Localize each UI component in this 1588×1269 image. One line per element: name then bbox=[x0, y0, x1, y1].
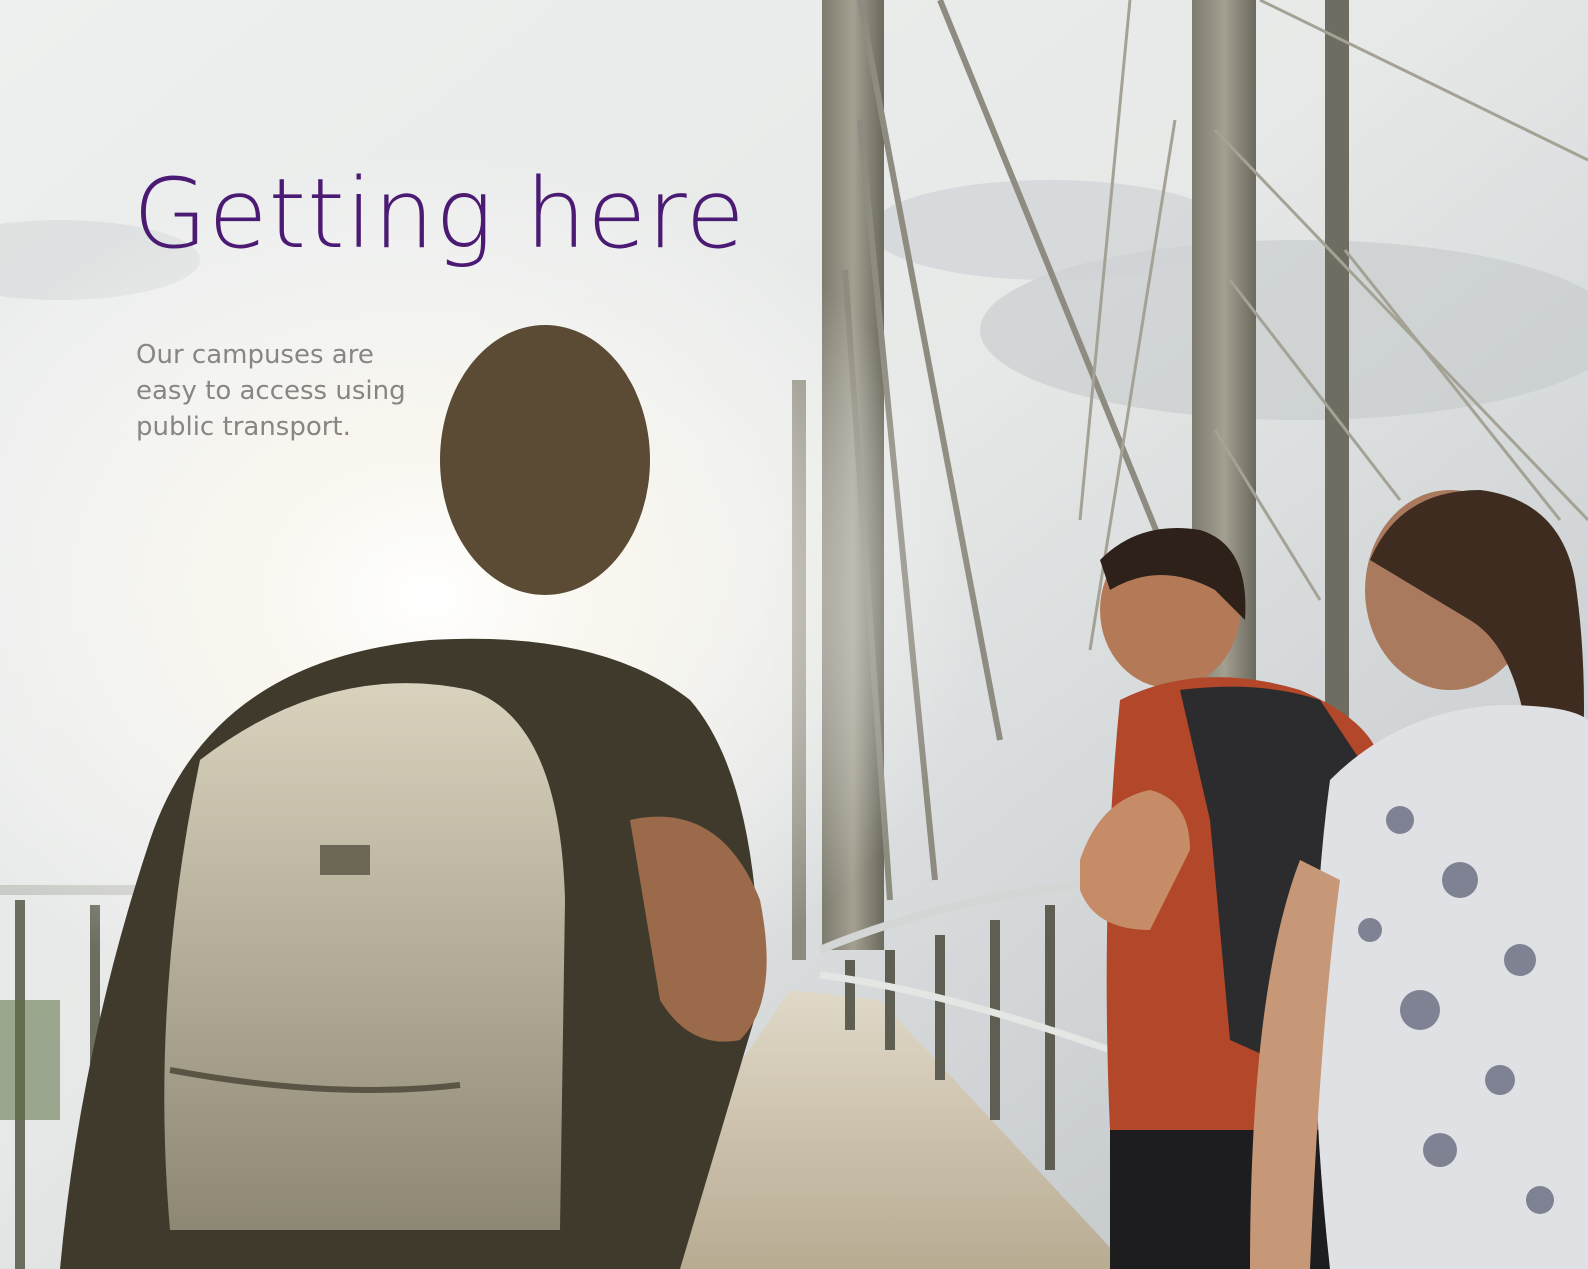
intro-paragraph: Our campuses are easy to access using pu… bbox=[136, 340, 406, 442]
document-page: Getting here Our campuses are easy to ac… bbox=[0, 0, 1588, 1269]
page-title: Getting here bbox=[133, 158, 746, 270]
